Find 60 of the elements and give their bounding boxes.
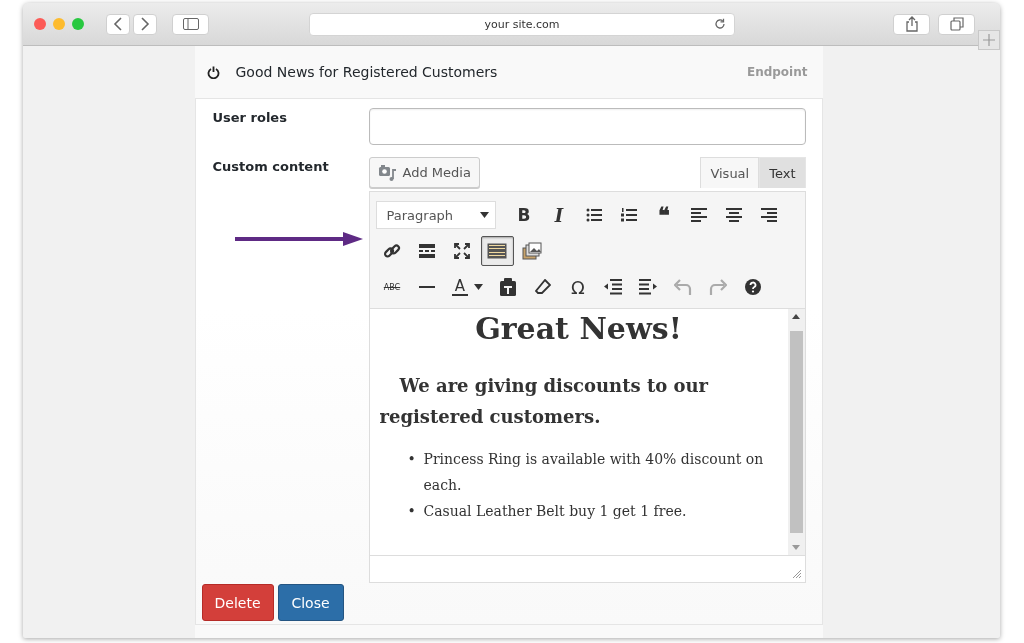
italic-button[interactable]: I xyxy=(542,200,576,230)
gallery-icon[interactable] xyxy=(522,242,542,260)
caret-icon xyxy=(474,284,484,290)
user-roles-field[interactable] xyxy=(368,108,806,145)
format-select[interactable]: Paragraph xyxy=(375,201,496,229)
media-icon xyxy=(377,163,398,182)
scrollbar[interactable] xyxy=(787,309,805,555)
keyboard-icon xyxy=(487,243,507,259)
sidebar-button[interactable] xyxy=(172,13,209,35)
text-color-button[interactable]: A xyxy=(445,272,490,302)
chevron-left-icon xyxy=(113,17,123,31)
back-button[interactable] xyxy=(106,13,130,35)
strikethrough-button[interactable]: ABC xyxy=(375,272,409,302)
sidebar-icon xyxy=(182,18,199,30)
bullet-marker: • xyxy=(407,450,417,469)
scrollbar-thumb[interactable] xyxy=(789,331,803,533)
eraser-icon[interactable] xyxy=(535,279,551,295)
delete-button[interactable]: Delete xyxy=(201,584,274,621)
endpoint-label: Endpoint xyxy=(746,65,808,79)
resize-handle-icon[interactable] xyxy=(791,569,802,579)
align-right-icon[interactable] xyxy=(761,208,777,222)
fullscreen-icon[interactable] xyxy=(454,243,470,259)
share-button[interactable] xyxy=(893,13,930,35)
clipboard-icon[interactable] xyxy=(500,278,516,296)
power-icon[interactable] xyxy=(206,65,220,79)
add-media-button[interactable]: Add Media xyxy=(368,157,480,188)
share-icon xyxy=(904,16,919,32)
chevron-right-icon xyxy=(140,17,150,31)
editor-tab[interactable]: Visual xyxy=(700,157,760,188)
panel-title: Good News for Registered Customers xyxy=(235,64,499,80)
link-icon[interactable] xyxy=(383,242,401,260)
tabs-icon xyxy=(949,17,964,31)
numbered-list-icon[interactable] xyxy=(621,208,637,222)
reload-icon[interactable] xyxy=(714,17,726,30)
content-heading: Great News! xyxy=(474,311,683,346)
scroll-up-icon[interactable] xyxy=(792,314,800,319)
forward-button[interactable] xyxy=(133,13,157,35)
bold-button[interactable]: B xyxy=(507,200,541,230)
editor-tab[interactable]: Text xyxy=(759,157,806,188)
bullet-list-icon[interactable] xyxy=(586,208,602,222)
indent-icon[interactable] xyxy=(639,279,657,295)
user-roles-label: User roles xyxy=(212,109,288,125)
horizontal-line-icon[interactable] xyxy=(419,285,435,289)
custom-content-label: Custom content xyxy=(212,158,330,174)
special-character-button[interactable]: Ω xyxy=(561,272,595,302)
align-left-icon[interactable] xyxy=(691,208,707,222)
caret-icon xyxy=(479,212,489,218)
outdent-icon[interactable] xyxy=(604,279,622,295)
address-bar[interactable]: your site.com xyxy=(309,12,735,36)
align-center-icon[interactable] xyxy=(726,208,742,222)
content-paragraph: We are giving discounts to our registered customers. xyxy=(379,374,710,429)
blockquote-button[interactable]: ❝ xyxy=(647,200,681,230)
bullet-marker: • xyxy=(407,502,417,521)
close-button[interactable]: Close xyxy=(277,584,344,621)
toolbar-toggle-button[interactable] xyxy=(480,236,514,266)
help-icon[interactable] xyxy=(745,279,761,295)
bullet-item: Casual Leather Belt buy 1 get 1 free. xyxy=(423,502,688,521)
read-more-icon[interactable] xyxy=(419,244,435,258)
plus-icon xyxy=(983,34,995,46)
bullet-item: Princess Ring is available with 40% discount on each. xyxy=(423,450,765,495)
